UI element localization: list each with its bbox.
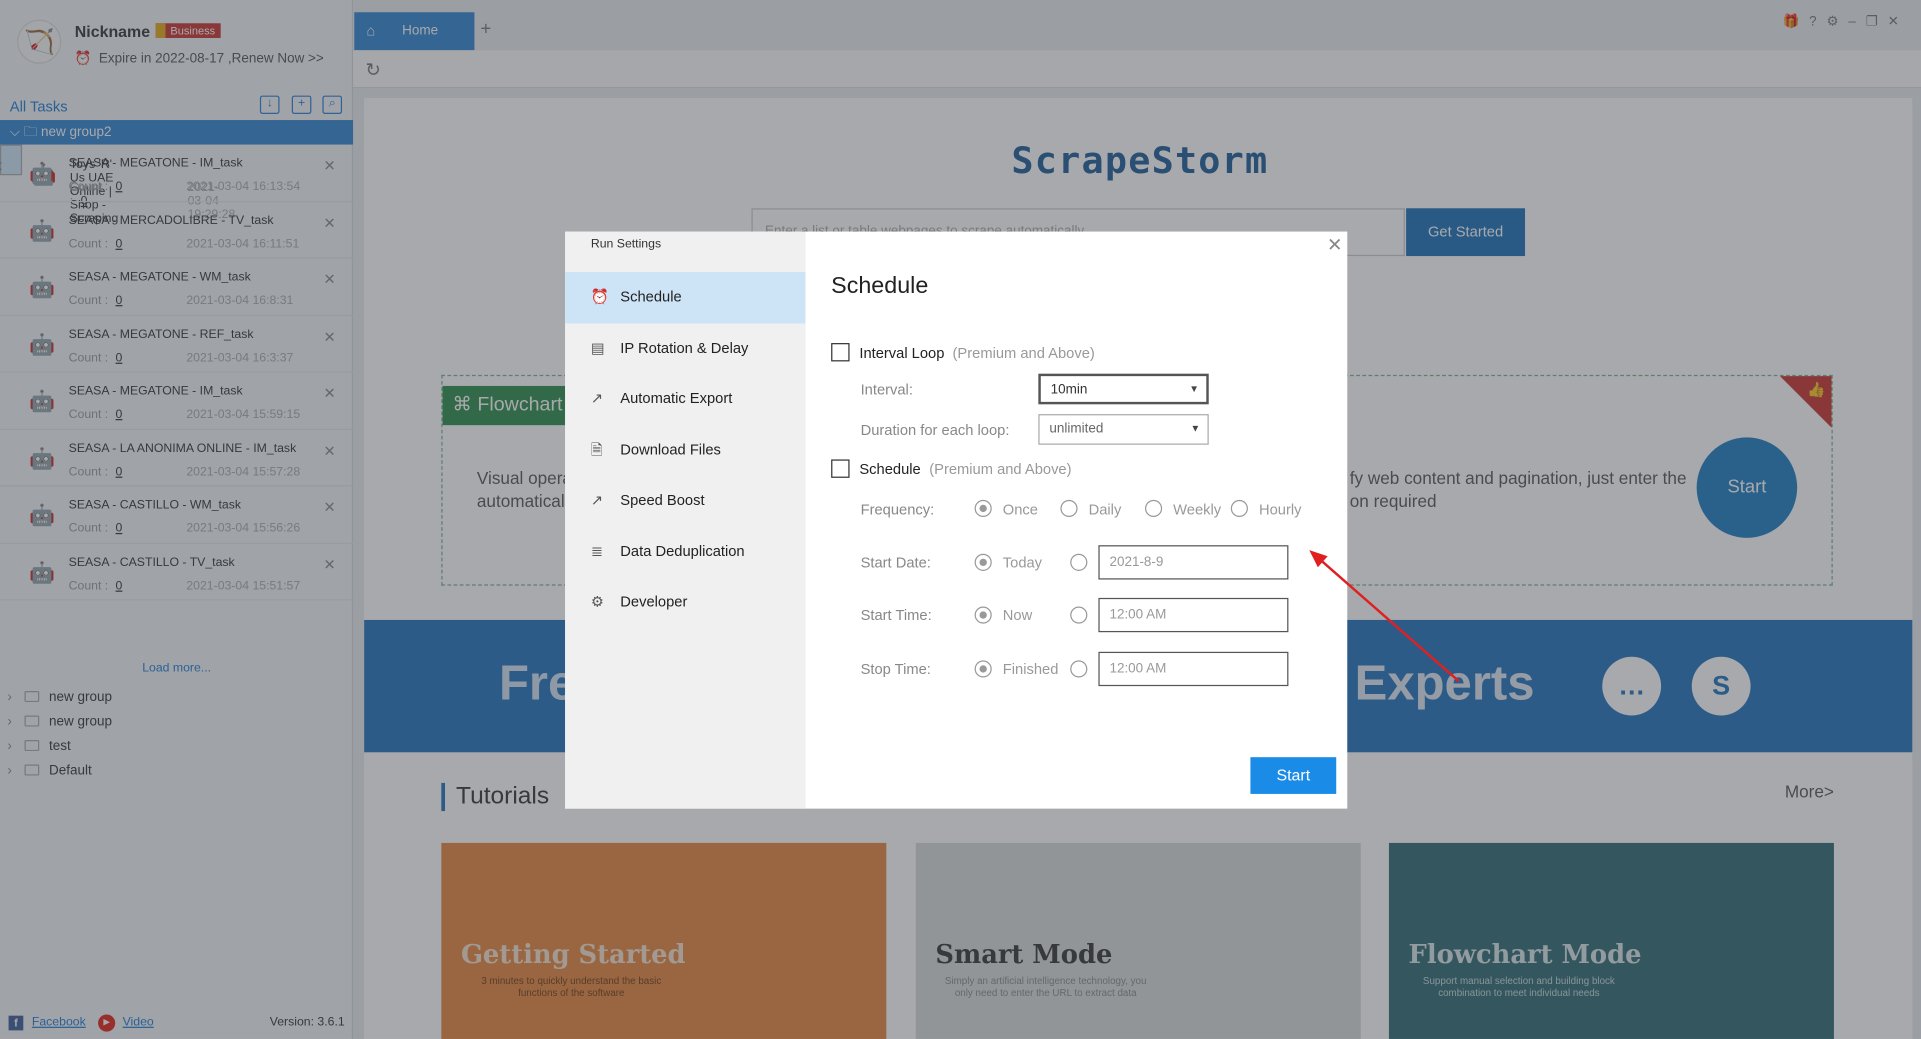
frequency-once-radio[interactable] xyxy=(974,499,992,518)
nav-label: Data Deduplication xyxy=(620,542,745,560)
duration-value: unlimited xyxy=(1049,421,1104,437)
nav-data-deduplication[interactable]: ≣ Data Deduplication xyxy=(565,526,805,577)
export-icon: ↗ xyxy=(590,389,604,407)
alarm-clock-icon: ⏰ xyxy=(590,287,610,306)
frequency-hourly-radio[interactable] xyxy=(1230,499,1248,518)
schedule-checkbox[interactable] xyxy=(831,459,850,478)
start-time-now-label: Now xyxy=(1002,606,1033,624)
nav-label: Download Files xyxy=(620,440,721,458)
frequency-daily-label: Daily xyxy=(1088,501,1122,519)
interval-loop-label: Interval Loop xyxy=(859,344,945,362)
run-settings-dialog: Run Settings ⏰ Schedule ▤ IP Rotation & De… xyxy=(565,231,1348,809)
frequency-hourly-label: Hourly xyxy=(1258,501,1302,519)
stop-time-finished-label: Finished xyxy=(1002,660,1059,678)
nav-speed-boost[interactable]: ↗ Speed Boost xyxy=(565,475,805,526)
frequency-label: Frequency: xyxy=(860,501,935,519)
nav-label: Developer xyxy=(620,592,688,611)
schedule-heading: Schedule xyxy=(831,273,929,299)
duration-label: Duration for each loop: xyxy=(860,421,1010,439)
dialog-title: Run Settings xyxy=(590,237,662,252)
nav-label: Speed Boost xyxy=(620,491,705,509)
interval-loop-checkbox[interactable] xyxy=(831,343,850,362)
stop-time-custom-radio[interactable] xyxy=(1070,660,1088,678)
start-time-custom-radio[interactable] xyxy=(1070,606,1088,624)
nav-automatic-export[interactable]: ↗ Automatic Export xyxy=(565,374,805,425)
stop-time-label: Stop Time: xyxy=(860,660,931,678)
start-date-today-label: Today xyxy=(1002,553,1043,571)
start-date-today-radio[interactable] xyxy=(974,553,992,571)
settings-nav: Run Settings ⏰ Schedule ▤ IP Rotation & De… xyxy=(565,231,806,809)
nav-download-files[interactable]: 🗎 Download Files xyxy=(565,425,805,476)
dropdown-arrow-icon: ▼ xyxy=(1189,383,1199,395)
nav-label: Automatic Export xyxy=(620,389,733,407)
start-button[interactable]: Start xyxy=(1250,757,1337,794)
close-icon[interactable]: ✕ xyxy=(1327,234,1342,256)
start-time-now-radio[interactable] xyxy=(974,606,992,624)
interval-select[interactable]: 10min ▼ xyxy=(1038,373,1209,405)
start-date-custom-radio[interactable] xyxy=(1070,553,1088,571)
interval-value: 10min xyxy=(1050,382,1088,397)
frequency-daily-radio[interactable] xyxy=(1060,499,1078,518)
interval-loop-note: (Premium and Above) xyxy=(952,344,1095,362)
dropdown-arrow-icon: ▼ xyxy=(1190,422,1201,434)
download-file-icon: 🗎 xyxy=(590,440,603,458)
frequency-weekly-radio[interactable] xyxy=(1144,499,1163,518)
gear-icon: ⚙ xyxy=(590,592,605,611)
stop-time-finished-radio[interactable] xyxy=(974,660,992,678)
start-date-label: Start Date: xyxy=(860,553,931,571)
frequency-once-label: Once xyxy=(1002,501,1038,519)
nav-ip-rotation[interactable]: ▤ IP Rotation & Delay xyxy=(565,323,805,374)
schedule-note: (Premium and Above) xyxy=(929,460,1072,478)
deduplication-icon: ≣ xyxy=(590,542,604,560)
start-time-input[interactable]: 12:00 AM xyxy=(1098,597,1289,633)
ip-rotation-icon: ▤ xyxy=(590,338,605,356)
speed-boost-icon: ↗ xyxy=(590,491,604,509)
start-date-input[interactable]: 2021-8-9 xyxy=(1098,545,1289,580)
interval-label: Interval: xyxy=(860,381,913,399)
start-time-label: Start Time: xyxy=(860,606,932,624)
stop-time-input[interactable]: 12:00 AM xyxy=(1098,651,1289,687)
schedule-label: Schedule xyxy=(859,460,921,478)
nav-schedule[interactable]: ⏰ Schedule xyxy=(565,271,806,323)
nav-label: Schedule xyxy=(620,287,682,306)
nav-label: IP Rotation & Delay xyxy=(620,338,749,356)
duration-select[interactable]: unlimited ▼ xyxy=(1038,414,1209,445)
frequency-weekly-label: Weekly xyxy=(1173,501,1222,519)
nav-developer[interactable]: ⚙ Developer xyxy=(565,577,805,628)
